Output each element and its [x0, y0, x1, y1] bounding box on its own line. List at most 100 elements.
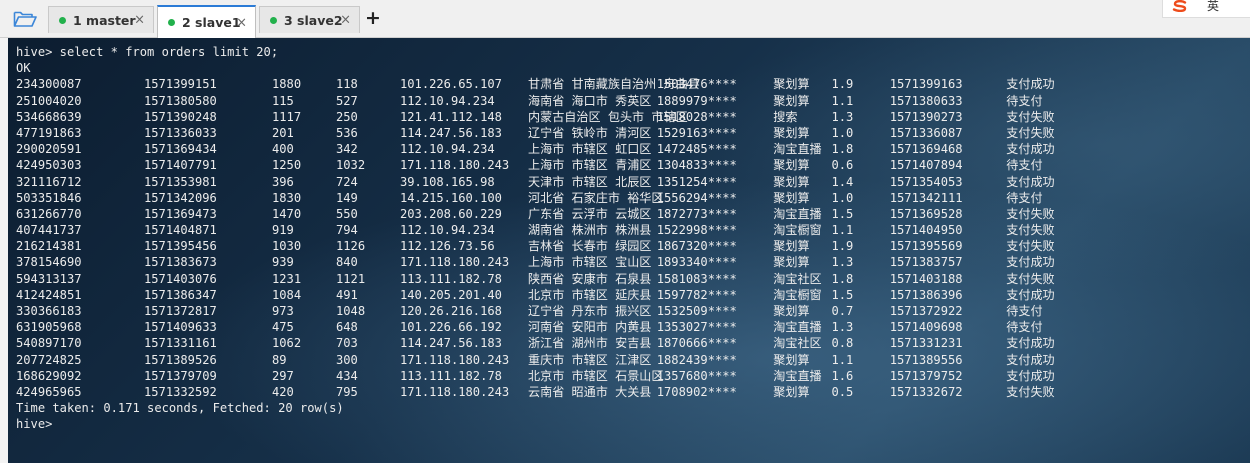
cell-amount-b: 794 — [336, 223, 358, 238]
close-icon[interactable]: × — [134, 14, 145, 27]
cell-pay-status: 支付失败 — [1006, 384, 1055, 399]
cell-amount-b: 1032 — [336, 158, 366, 173]
table-row: 534668639 1571390248 1117 250 121.41.112.148… — [16, 109, 1250, 125]
cell-score: 1.8 — [831, 271, 854, 286]
cell-amount-b: 703 — [336, 336, 358, 351]
cell-pay-time: 1571409698 — [889, 320, 963, 335]
cell-score: 1.3 — [831, 255, 854, 270]
tab-label: 3 slave2 — [284, 12, 343, 28]
cell-amount-b: 840 — [336, 255, 358, 270]
cell-score: 1.3 — [831, 109, 854, 124]
cell-pay-status: 待支付 — [1006, 158, 1043, 173]
tab-slave1[interactable]: 2 slave1 × — [157, 5, 256, 38]
cell-order-id: 234300087 — [16, 77, 82, 92]
cell-pay-time: 1571407894 — [889, 158, 963, 173]
cell-amount-a: 939 — [272, 255, 294, 270]
table-row: 424950303 1571407791 1250 1032 171.118.180.2… — [16, 157, 1250, 173]
table-row: 407441737 1571404871 919 794 112.10.94.234 湖南… — [16, 222, 1250, 238]
open-session-button[interactable] — [8, 6, 42, 32]
cell-region: 河北省 石家庄市 裕华区 — [528, 190, 664, 205]
cell-ip-address: 140.205.201.40 — [400, 287, 502, 302]
cell-region: 海南省 海口市 秀英区 — [528, 93, 652, 108]
cell-ip-address: 114.247.56.183 — [400, 336, 502, 351]
cell-order-id: 594313137 — [16, 271, 82, 286]
cell-create-time: 1571336033 — [144, 125, 217, 140]
cell-score: 1.0 — [831, 190, 854, 205]
cell-phone: 1556294**** — [656, 190, 737, 205]
cell-order-id: 321116712 — [16, 174, 82, 189]
ime-indicator[interactable]: 英 — [1162, 0, 1250, 18]
close-icon[interactable]: × — [340, 14, 351, 27]
cell-phone: 1893340**** — [656, 255, 737, 270]
status-ok: OK — [16, 61, 31, 76]
table-row: 251004020 1571380580 115 527 112.10.94.234 海南… — [16, 93, 1250, 109]
cell-pay-time: 1571332672 — [889, 384, 963, 399]
cell-create-time: 1571407791 — [144, 158, 217, 173]
cell-amount-a: 89 — [272, 352, 287, 367]
cell-pay-status: 支付失败 — [1006, 125, 1055, 140]
cell-amount-a: 1880 — [272, 77, 302, 92]
cell-phone: 1882439**** — [656, 352, 737, 367]
cell-channel: 聚划算 — [773, 255, 810, 270]
cell-create-time: 1571342096 — [144, 190, 217, 205]
cell-score: 0.6 — [831, 158, 854, 173]
cell-region: 浙江省 湖州市 安吉县 — [528, 336, 652, 351]
prompt-line[interactable]: hive> — [16, 416, 1250, 432]
cell-phone: 1529163**** — [656, 125, 737, 140]
tab-label: 1 master — [73, 12, 136, 28]
cell-region: 重庆市 市辖区 江津区 — [528, 352, 652, 367]
cell-ip-address: 101.226.66.192 — [400, 320, 502, 335]
cell-amount-b: 1048 — [336, 304, 366, 318]
cell-ip-address: 112.10.94.234 — [400, 142, 495, 157]
cell-create-time: 1571395456 — [144, 239, 217, 254]
cell-score: 1.5 — [831, 287, 854, 302]
table-row: 168629092 1571379709 297 434 113.111.182.78 北… — [16, 368, 1250, 384]
table-row: 631266770 1571369473 1470 550 203.208.60.229… — [16, 206, 1250, 222]
session-tab-bar: 1 master × 2 slave1 × 3 slave2 × + 英 — [0, 0, 1250, 38]
cell-pay-status: 支付成功 — [1006, 287, 1055, 302]
cell-pay-time: 1571342111 — [889, 190, 963, 205]
cell-amount-a: 201 — [272, 125, 294, 140]
tab-slave2[interactable]: 3 slave2 × — [259, 6, 360, 33]
table-row: 378154690 1571383673 939 840 171.118.180.243… — [16, 254, 1250, 270]
cell-pay-time: 1571380633 — [889, 93, 963, 108]
cell-pay-time: 1571399163 — [889, 77, 963, 92]
cell-create-time: 1571389526 — [144, 352, 217, 367]
cell-score: 1.9 — [831, 77, 854, 92]
cell-channel: 淘宝橱窗 — [773, 223, 822, 238]
cell-channel: 聚划算 — [773, 174, 810, 189]
cell-channel: 聚划算 — [773, 125, 810, 140]
table-row: 330366183 1571372817 973 1048 120.26.216.168… — [16, 303, 1250, 319]
cell-ip-address: 171.118.180.243 — [400, 255, 510, 270]
cell-amount-b: 300 — [336, 352, 358, 367]
cell-ip-address: 101.226.65.107 — [400, 77, 502, 92]
plus-icon[interactable]: + — [364, 8, 382, 28]
cell-channel: 聚划算 — [773, 239, 810, 254]
cell-order-id: 378154690 — [16, 255, 82, 270]
result-table: 234300087 1571399151 1880 118 101.226.65.107… — [16, 76, 1250, 400]
cell-ip-address: 14.215.160.100 — [400, 190, 502, 205]
terminal-output[interactable]: hive> select * from orders limit 20; OK … — [8, 38, 1250, 463]
cell-order-id: 503351846 — [16, 190, 82, 205]
cell-ip-address: 171.118.180.243 — [400, 384, 510, 399]
table-row: 412424851 1571386347 1084 491 140.205.201.40… — [16, 287, 1250, 303]
cell-create-time: 1571331161 — [144, 336, 217, 351]
ime-language-label: 英 — [1207, 0, 1220, 13]
table-row: 477191863 1571336033 201 536 114.247.56.183 辽… — [16, 125, 1250, 141]
cell-phone: 1351254**** — [656, 174, 737, 189]
cell-phone: 1597782**** — [656, 287, 737, 302]
cell-region: 上海市 市辖区 青浦区 — [528, 158, 652, 173]
cell-create-time: 1571390248 — [144, 109, 217, 124]
cell-region: 广东省 云浮市 云城区 — [528, 206, 652, 221]
table-row: 290020591 1571369434 400 342 112.10.94.234 上海… — [16, 141, 1250, 157]
cell-region: 辽宁省 丹东市 振兴区 — [528, 304, 652, 318]
cell-amount-a: 396 — [272, 174, 294, 189]
close-icon[interactable]: × — [236, 16, 247, 29]
cell-amount-a: 420 — [272, 384, 294, 399]
cell-order-id: 168629092 — [16, 368, 82, 383]
cell-pay-status: 待支付 — [1006, 304, 1043, 318]
cell-region: 陕西省 安康市 石泉县 — [528, 271, 652, 286]
tab-master[interactable]: 1 master × — [48, 6, 154, 33]
cell-amount-b: 118 — [336, 77, 358, 92]
cell-amount-a: 973 — [272, 304, 294, 318]
